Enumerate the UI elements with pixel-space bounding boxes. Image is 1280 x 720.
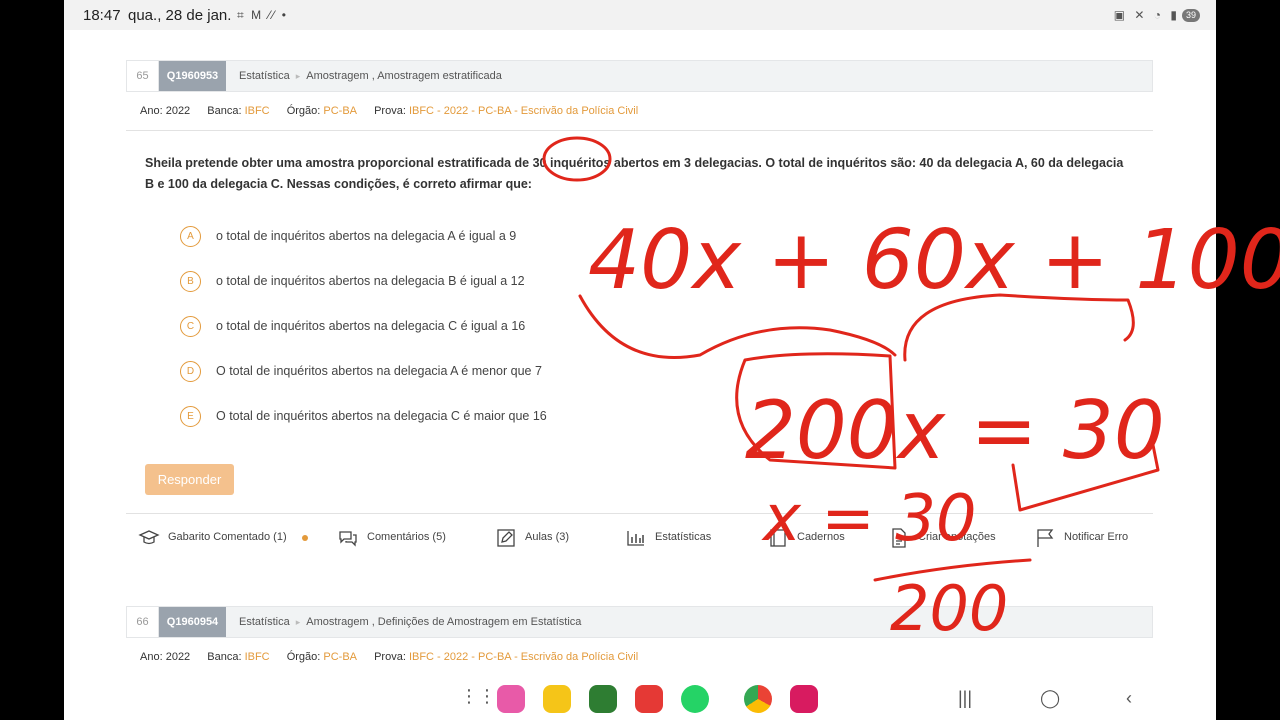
option-text: o total de inquéritos abertos na delegac… xyxy=(216,229,517,243)
battery-icon: 39 xyxy=(1182,9,1200,22)
topic-links[interactable]: Amostragem , Amostragem estratificada xyxy=(306,70,502,82)
orgao-label: Órgão: xyxy=(286,105,321,117)
banca-label: Banca: xyxy=(207,651,242,663)
tablet-screen: 18:47 qua., 28 de jan. ⌗ M ⁄⁄ • ▣ ✕ ◔ ▮ … xyxy=(64,0,1216,720)
tool-label: Gabarito Comentado (1) xyxy=(168,531,287,543)
tool-label: Aulas (3) xyxy=(525,531,570,543)
banca-link[interactable]: IBFC xyxy=(245,651,270,663)
home-icon[interactable]: ◯ xyxy=(1040,688,1060,709)
tool-label: Criar anotações xyxy=(918,531,996,543)
notebook-icon xyxy=(770,529,786,547)
orgao-link[interactable]: PC-BA xyxy=(323,651,357,663)
tool-label: Notificar Erro xyxy=(1064,531,1129,543)
orgao-link[interactable]: PC-BA xyxy=(323,105,357,117)
subject-link[interactable]: Estatística xyxy=(239,616,290,628)
question-number: 65 xyxy=(127,61,159,91)
calculator-app-icon[interactable] xyxy=(589,685,617,713)
bar-chart-icon xyxy=(627,531,644,546)
topic-links[interactable]: Amostragem , Definições de Amostragem em… xyxy=(306,616,581,628)
prova-link[interactable]: IBFC - 2022 - PC-BA - Escrivão da Políci… xyxy=(409,651,638,663)
ano-label: Ano: xyxy=(140,105,163,117)
question-id-link[interactable]: Q1960953 xyxy=(159,61,226,91)
new-indicator-dot xyxy=(302,535,308,541)
graduation-cap-icon xyxy=(138,530,160,545)
edit-icon xyxy=(497,529,515,547)
navigation-bar: ⋮⋮⋮ ||| ◯ ‹ xyxy=(64,678,1216,720)
ano-label: Ano: xyxy=(140,651,163,663)
option-letter[interactable]: D xyxy=(180,361,201,382)
notification-icons: ⌗ M ⁄⁄ • xyxy=(237,8,288,22)
tool-label: Comentários (5) xyxy=(367,531,446,543)
back-icon[interactable]: ‹ xyxy=(1126,688,1132,709)
question-meta: Ano: 2022 Banca: IBFC Órgão: PC-BA Prova… xyxy=(140,651,638,663)
orgao-label: Órgão: xyxy=(286,651,321,663)
option-text: O total de inquéritos abertos na delegac… xyxy=(216,364,542,378)
prova-label: Prova: xyxy=(374,105,406,117)
ano-value: 2022 xyxy=(165,651,191,663)
document-icon xyxy=(892,528,906,548)
gallery-app-icon[interactable] xyxy=(497,685,525,713)
prova-link[interactable]: IBFC - 2022 - PC-BA - Escrivão da Políci… xyxy=(409,105,638,117)
option-text: o total de inquéritos abertos na delegac… xyxy=(216,319,526,333)
question-header: 66 Q1960954 Estatística ▸ Amostragem , Def… xyxy=(126,606,1153,638)
files-app-icon[interactable] xyxy=(543,685,571,713)
flag-icon xyxy=(1037,529,1054,547)
chevron-right-icon: ▸ xyxy=(295,71,301,81)
option-letter[interactable]: C xyxy=(180,316,201,337)
youtube-app-icon[interactable] xyxy=(635,685,663,713)
banca-label: Banca: xyxy=(207,105,242,117)
banca-link[interactable]: IBFC xyxy=(245,105,270,117)
divider xyxy=(126,130,1153,131)
status-bar: 18:47 qua., 28 de jan. ⌗ M ⁄⁄ • ▣ ✕ ◔ ▮ … xyxy=(64,0,1216,30)
system-icons: ▣ ✕ ◔ ▮ xyxy=(1113,8,1180,22)
question-id-link[interactable]: Q1960954 xyxy=(159,607,226,637)
tool-label: Estatísticas xyxy=(655,531,712,543)
clock: 18:47 xyxy=(83,7,121,24)
subject-link[interactable]: Estatística xyxy=(239,70,290,82)
chat-bubbles-icon xyxy=(339,531,357,547)
chrome-app-icon[interactable] xyxy=(744,685,772,713)
option-letter[interactable]: B xyxy=(180,271,201,292)
breadcrumb: Estatística ▸ Amostragem , Definições de A… xyxy=(239,607,581,637)
question-statement: Sheila pretende obter uma amostra propor… xyxy=(145,156,1124,191)
option-text: O total de inquéritos abertos na delegac… xyxy=(216,409,547,423)
question-meta: Ano: 2022 Banca: IBFC Órgão: PC-BA Prova… xyxy=(140,105,638,117)
question-number: 66 xyxy=(127,607,159,637)
recents-icon[interactable]: ||| xyxy=(958,688,972,709)
question-header: 65 Q1960953 Estatística ▸ Amostragem , Amo… xyxy=(126,60,1153,92)
divider xyxy=(126,513,1153,514)
prova-label: Prova: xyxy=(374,651,406,663)
option-letter[interactable]: E xyxy=(180,406,201,427)
player-app-icon[interactable] xyxy=(790,685,818,713)
tool-label: Cadernos xyxy=(797,531,845,543)
option-text: o total de inquéritos abertos na delegac… xyxy=(216,274,525,288)
breadcrumb: Estatística ▸ Amostragem , Amostragem estr… xyxy=(239,61,502,91)
option-letter[interactable]: A xyxy=(180,226,201,247)
chevron-right-icon: ▸ xyxy=(295,617,301,627)
ano-value: 2022 xyxy=(165,105,191,117)
whatsapp-app-icon[interactable] xyxy=(681,685,709,713)
date: qua., 28 de jan. xyxy=(128,7,232,24)
responder-button[interactable]: Responder xyxy=(145,464,234,495)
